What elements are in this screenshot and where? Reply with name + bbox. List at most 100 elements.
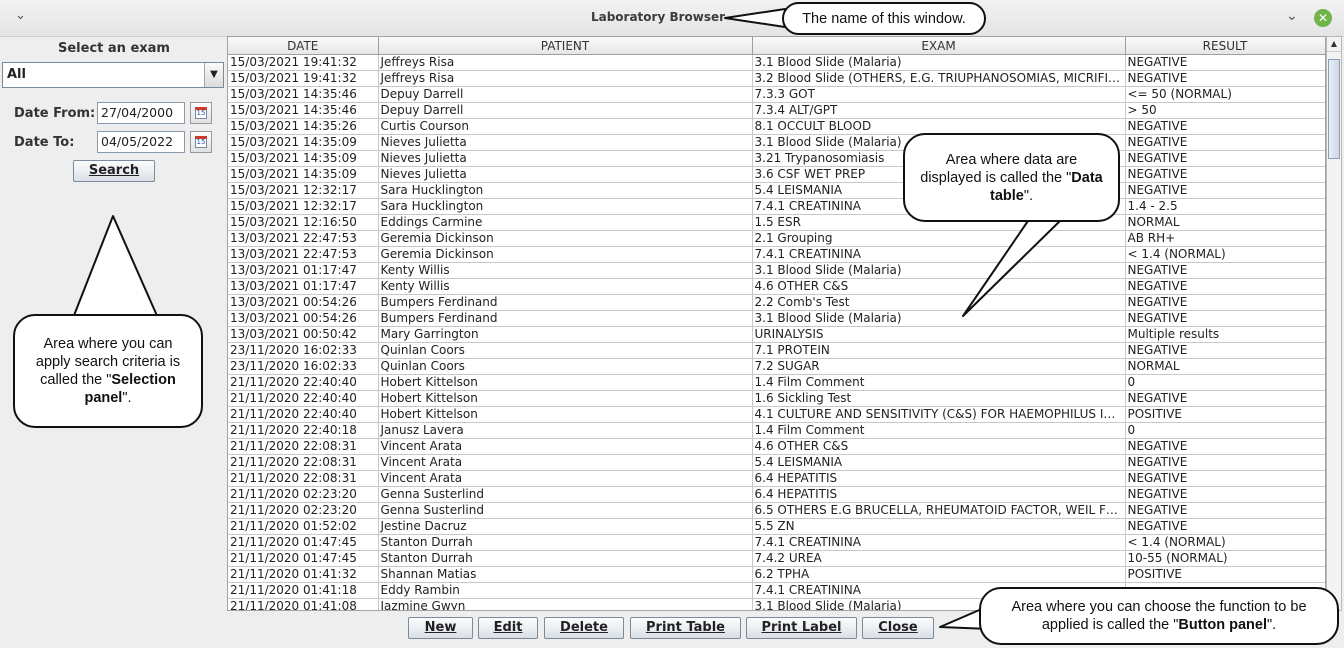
print-table-button[interactable]: Print Table: [630, 617, 741, 639]
table-row[interactable]: 21/11/2020 22:40:18 Janusz Lavera 1.4 Film…: [228, 422, 1325, 439]
cell-date[interactable]: 21/11/2020 01:47:45: [228, 550, 379, 567]
cell-exam[interactable]: 6.4 HEPATITIS: [752, 486, 1126, 503]
cell-patient[interactable]: Genna Susterlind: [378, 502, 753, 519]
table-scrollbar[interactable]: ▲: [1326, 36, 1342, 611]
cell-result[interactable]: NEGATIVE: [1125, 262, 1325, 279]
table-row[interactable]: 13/03/2021 22:47:53 Geremia Dickinson 7.4.…: [228, 246, 1325, 263]
cell-exam[interactable]: 5.5 ZN: [752, 518, 1126, 535]
cell-result[interactable]: NORMAL: [1125, 358, 1325, 375]
table-row[interactable]: 15/03/2021 14:35:09 Nieves Julietta 3.1 Bl…: [228, 134, 1325, 151]
cell-patient[interactable]: Jazmine Gwyn: [378, 598, 753, 610]
table-row[interactable]: 15/03/2021 14:35:46 Depuy Darrell 7.3.3 GO…: [228, 86, 1325, 103]
cell-date[interactable]: 23/11/2020 16:02:33: [228, 342, 379, 359]
cell-date[interactable]: 21/11/2020 22:40:40: [228, 374, 379, 391]
cell-result[interactable]: NEGATIVE: [1125, 134, 1325, 151]
cell-patient[interactable]: Geremia Dickinson: [378, 230, 753, 247]
table-row[interactable]: 15/03/2021 12:32:17 Sara Hucklington 5.4 L…: [228, 182, 1325, 199]
cell-result[interactable]: NEGATIVE: [1125, 486, 1325, 503]
column-header-patient[interactable]: PATIENT: [378, 37, 753, 55]
cell-date[interactable]: 21/11/2020 22:08:31: [228, 470, 379, 487]
cell-patient[interactable]: Jestine Dacruz: [378, 518, 753, 535]
date-from-input[interactable]: 27/04/2000: [97, 102, 185, 124]
table-row[interactable]: 23/11/2020 16:02:33 Quinlan Coors 7.2 SUGA…: [228, 358, 1325, 375]
cell-result[interactable]: POSITIVE: [1125, 566, 1325, 583]
cell-exam[interactable]: 3.1 Blood Slide (Malaria): [752, 54, 1126, 71]
cell-patient[interactable]: Vincent Arata: [378, 470, 753, 487]
cell-patient[interactable]: Depuy Darrell: [378, 86, 753, 103]
cell-result[interactable]: NEGATIVE: [1125, 70, 1325, 87]
column-header-date[interactable]: DATE: [228, 37, 379, 55]
cell-result[interactable]: < 1.4 (NORMAL): [1125, 534, 1325, 551]
cell-date[interactable]: 21/11/2020 01:41:18: [228, 582, 379, 599]
table-row[interactable]: 21/11/2020 01:52:02 Jestine Dacruz 5.5 ZN N…: [228, 518, 1325, 535]
cell-exam[interactable]: 6.4 HEPATITIS: [752, 470, 1126, 487]
cell-exam[interactable]: 7.2 SUGAR: [752, 358, 1126, 375]
table-row[interactable]: 13/03/2021 00:54:26 Bumpers Ferdinand 2.2 …: [228, 294, 1325, 311]
cell-date[interactable]: 21/11/2020 22:08:31: [228, 438, 379, 455]
chevron-down-icon[interactable]: ▼: [204, 63, 223, 87]
table-row[interactable]: 21/11/2020 22:08:31 Vincent Arata 5.4 LEIS…: [228, 454, 1325, 471]
date-from-calendar-button[interactable]: 15: [190, 102, 212, 124]
cell-result[interactable]: Multiple results: [1125, 326, 1325, 343]
cell-exam[interactable]: 5.4 LEISMANIA: [752, 454, 1126, 471]
cell-patient[interactable]: Hobert Kittelson: [378, 406, 753, 423]
cell-patient[interactable]: Sara Hucklington: [378, 198, 753, 215]
cell-exam[interactable]: 7.3.4 ALT/GPT: [752, 102, 1126, 119]
table-row[interactable]: 13/03/2021 01:17:47 Kenty Willis 3.1 Blood…: [228, 262, 1325, 279]
table-row[interactable]: 15/03/2021 14:35:09 Nieves Julietta 3.6 CS…: [228, 166, 1325, 183]
cell-patient[interactable]: Eddy Rambin: [378, 582, 753, 599]
cell-result[interactable]: NEGATIVE: [1125, 118, 1325, 135]
cell-patient[interactable]: Hobert Kittelson: [378, 374, 753, 391]
cell-date[interactable]: 21/11/2020 02:23:20: [228, 502, 379, 519]
cell-result[interactable]: NEGATIVE: [1125, 438, 1325, 455]
cell-exam[interactable]: 7.4.2 UREA: [752, 550, 1126, 567]
close-button[interactable]: Close: [862, 617, 934, 639]
cell-date[interactable]: 21/11/2020 01:47:45: [228, 534, 379, 551]
search-button[interactable]: Search: [73, 160, 155, 182]
column-header-exam[interactable]: EXAM: [752, 37, 1126, 55]
cell-date[interactable]: 21/11/2020 02:23:20: [228, 486, 379, 503]
cell-patient[interactable]: Mary Garrington: [378, 326, 753, 343]
cell-result[interactable]: NEGATIVE: [1125, 518, 1325, 535]
table-row[interactable]: 21/11/2020 22:08:31 Vincent Arata 4.6 OTHE…: [228, 438, 1325, 455]
cell-exam[interactable]: 7.1 PROTEIN: [752, 342, 1126, 359]
cell-result[interactable]: NORMAL: [1125, 214, 1325, 231]
cell-patient[interactable]: Curtis Courson: [378, 118, 753, 135]
cell-exam[interactable]: 1.4 Film Comment: [752, 422, 1126, 439]
cell-date[interactable]: 13/03/2021 00:54:26: [228, 310, 379, 327]
table-row[interactable]: 13/03/2021 01:17:47 Kenty Willis 4.6 OTHER…: [228, 278, 1325, 295]
cell-date[interactable]: 13/03/2021 00:50:42: [228, 326, 379, 343]
cell-patient[interactable]: Stanton Durrah: [378, 534, 753, 551]
cell-date[interactable]: 21/11/2020 22:08:31: [228, 454, 379, 471]
cell-date[interactable]: 13/03/2021 00:54:26: [228, 294, 379, 311]
cell-result[interactable]: AB RH+: [1125, 230, 1325, 247]
cell-date[interactable]: 15/03/2021 19:41:32: [228, 54, 379, 71]
cell-patient[interactable]: Nieves Julietta: [378, 134, 753, 151]
cell-date[interactable]: 15/03/2021 14:35:09: [228, 134, 379, 151]
table-row[interactable]: 21/11/2020 22:40:40 Hobert Kittelson 4.1 C…: [228, 406, 1325, 423]
cell-exam[interactable]: 7.4.1 CREATININA: [752, 246, 1126, 263]
cell-patient[interactable]: Jeffreys Risa: [378, 54, 753, 71]
table-row[interactable]: 23/11/2020 16:02:33 Quinlan Coors 7.1 PROT…: [228, 342, 1325, 359]
column-header-result[interactable]: RESULT: [1125, 37, 1325, 55]
cell-result[interactable]: NEGATIVE: [1125, 54, 1325, 71]
cell-patient[interactable]: Eddings Carmine: [378, 214, 753, 231]
cell-patient[interactable]: Stanton Durrah: [378, 550, 753, 567]
cell-date[interactable]: 13/03/2021 01:17:47: [228, 262, 379, 279]
cell-date[interactable]: 21/11/2020 22:40:40: [228, 390, 379, 407]
cell-result[interactable]: NEGATIVE: [1125, 150, 1325, 167]
cell-date[interactable]: 23/11/2020 16:02:33: [228, 358, 379, 375]
scrollbar-thumb[interactable]: [1328, 59, 1340, 159]
cell-result[interactable]: <= 50 (NORMAL): [1125, 86, 1325, 103]
cell-exam[interactable]: 2.1 Grouping: [752, 230, 1126, 247]
cell-patient[interactable]: Janusz Lavera: [378, 422, 753, 439]
scroll-up-icon[interactable]: ▲: [1327, 37, 1341, 52]
table-row[interactable]: 15/03/2021 14:35:09 Nieves Julietta 3.21 T…: [228, 150, 1325, 167]
table-row[interactable]: 15/03/2021 19:41:32 Jeffreys Risa 3.1 Bloo…: [228, 54, 1325, 71]
cell-patient[interactable]: Nieves Julietta: [378, 150, 753, 167]
cell-exam[interactable]: 4.6 OTHER C&S: [752, 438, 1126, 455]
cell-date[interactable]: 15/03/2021 12:32:17: [228, 182, 379, 199]
cell-exam[interactable]: 3.1 Blood Slide (Malaria): [752, 262, 1126, 279]
cell-patient[interactable]: Kenty Willis: [378, 262, 753, 279]
cell-patient[interactable]: Bumpers Ferdinand: [378, 310, 753, 327]
